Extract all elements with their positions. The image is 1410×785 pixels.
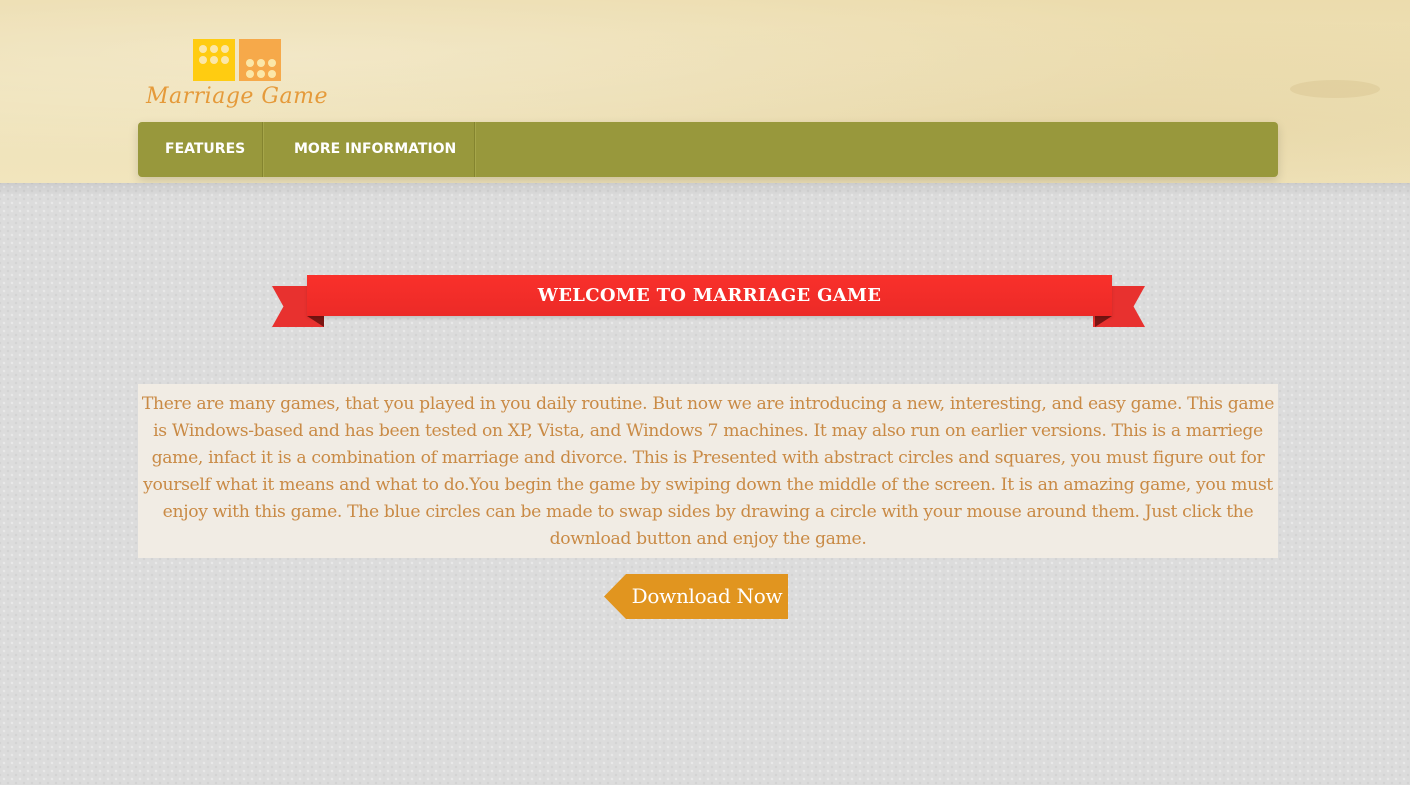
site-header: Marriage Game FEATURES MORE INFORMATION (0, 0, 1410, 183)
tile-dot (199, 56, 207, 64)
tile-dot (221, 45, 229, 53)
intro-text: There are many games, that you played in… (138, 384, 1278, 558)
arrow-left-icon (604, 574, 626, 619)
tile-dot (210, 56, 218, 64)
header-shadow (0, 183, 1410, 197)
download-now-button[interactable]: Download Now (604, 574, 788, 619)
tile-dot (268, 59, 276, 67)
tile-dot (221, 56, 229, 64)
main-nav: FEATURES MORE INFORMATION (138, 122, 1278, 177)
tile-dot (246, 70, 254, 78)
nav-item-more-information[interactable]: MORE INFORMATION (263, 122, 475, 177)
logo-text: Marriage Game (146, 84, 328, 109)
yellow-tile (193, 39, 235, 81)
dice-tiles-icon (193, 39, 285, 83)
tile-dot (246, 59, 254, 67)
tile-dot (210, 45, 218, 53)
site-logo[interactable]: Marriage Game (146, 38, 336, 116)
orange-tile (239, 39, 281, 81)
tile-dot (257, 59, 265, 67)
nav-item-features[interactable]: FEATURES (138, 122, 263, 177)
tile-dot (257, 70, 265, 78)
tile-dot (199, 45, 207, 53)
header-watermark (1290, 80, 1380, 98)
tile-dot (268, 70, 276, 78)
download-button-label: Download Now (626, 574, 788, 619)
welcome-banner: WELCOME TO MARRIAGE GAME (307, 275, 1112, 316)
